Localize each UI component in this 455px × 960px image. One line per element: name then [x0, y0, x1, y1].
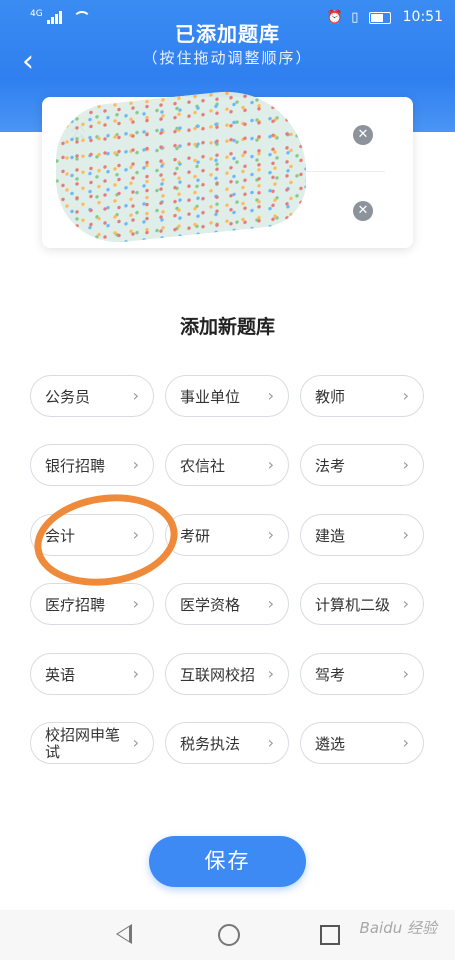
chevron-right-icon: › [402, 733, 409, 752]
bank-tag-campus-written-test[interactable]: 校招网申笔试 › [30, 722, 154, 764]
chevron-right-icon: › [132, 455, 139, 474]
add-section-title: 添加新题库 [179, 316, 275, 338]
chevron-right-icon: › [267, 664, 274, 683]
chevron-right-icon: › [267, 386, 274, 405]
chevron-right-icon: › [132, 386, 139, 405]
bank-tag-internet-campus[interactable]: 互联网校招 › [165, 653, 289, 695]
chevron-right-icon: › [402, 664, 409, 683]
highlight-circle-annotation [28, 485, 184, 595]
page-title: 已添加题库 [175, 22, 280, 46]
nav-back-icon[interactable] [116, 924, 132, 944]
bank-tag-selection[interactable]: 遴选 › [300, 722, 424, 764]
chevron-right-icon: › [267, 594, 274, 613]
chevron-right-icon: › [402, 386, 409, 405]
bank-tag-construction[interactable]: 建造 › [300, 514, 424, 556]
bank-tag-law-exam[interactable]: 法考 › [300, 444, 424, 486]
chevron-right-icon: › [132, 733, 139, 752]
nav-home-icon[interactable] [218, 924, 240, 946]
close-circle-icon[interactable]: ✕ [353, 125, 373, 145]
tag-label: 农信社 [180, 457, 226, 475]
tag-label: 英语 [45, 666, 76, 684]
tag-label: 校招网申笔试 [45, 726, 121, 761]
bank-tag-public-institution[interactable]: 事业单位 › [165, 375, 289, 417]
page-subtitle: （按住拖动调整顺序） [142, 49, 313, 67]
chevron-right-icon: › [267, 733, 274, 752]
nav-recent-apps-icon[interactable] [320, 925, 340, 945]
close-circle-icon[interactable]: ✕ [353, 201, 373, 221]
tag-label: 税务执法 [180, 735, 241, 753]
tag-label: 驾考 [315, 666, 346, 684]
tag-label: 公务员 [45, 388, 91, 406]
chevron-right-icon: › [132, 594, 139, 613]
bank-tag-bank-recruitment[interactable]: 银行招聘 › [30, 444, 154, 486]
bank-tag-english[interactable]: 英语 › [30, 653, 154, 695]
chevron-right-icon: › [132, 664, 139, 683]
tag-label: 建造 [315, 527, 346, 545]
chevron-right-icon: › [267, 525, 274, 544]
tag-label: 医学资格 [180, 596, 241, 614]
tag-label: 医疗招聘 [45, 596, 106, 614]
bank-tag-medical-recruitment[interactable]: 医疗招聘 › [30, 583, 154, 625]
tag-label: 考研 [180, 527, 211, 545]
tag-label: 遴选 [315, 735, 346, 753]
bank-tag-computer-level-2[interactable]: 计算机二级 › [300, 583, 424, 625]
tag-label: 计算机二级 [315, 596, 391, 614]
save-button[interactable]: 保存 [149, 836, 306, 887]
tag-label: 互联网校招 [180, 666, 256, 684]
bank-tag-postgraduate[interactable]: 考研 › [165, 514, 289, 556]
bank-tag-civil-servant[interactable]: 公务员 › [30, 375, 154, 417]
bank-tag-medical-qualification[interactable]: 医学资格 › [165, 583, 289, 625]
tag-label: 事业单位 [180, 388, 241, 406]
tag-label: 银行招聘 [45, 457, 106, 475]
chevron-right-icon: › [402, 594, 409, 613]
bank-tag-teacher[interactable]: 教师 › [300, 375, 424, 417]
bank-tag-tax-enforcement[interactable]: 税务执法 › [165, 722, 289, 764]
bank-tag-driving-test[interactable]: 驾考 › [300, 653, 424, 695]
tag-label: 法考 [315, 457, 346, 475]
tag-label: 教师 [315, 388, 346, 406]
chevron-right-icon: › [402, 525, 409, 544]
chevron-right-icon: › [402, 455, 409, 474]
bank-tag-rural-credit[interactable]: 农信社 › [165, 444, 289, 486]
redaction-scribble [56, 82, 306, 250]
watermark: Baidu 经验 [359, 919, 437, 937]
chevron-right-icon: › [267, 455, 274, 474]
